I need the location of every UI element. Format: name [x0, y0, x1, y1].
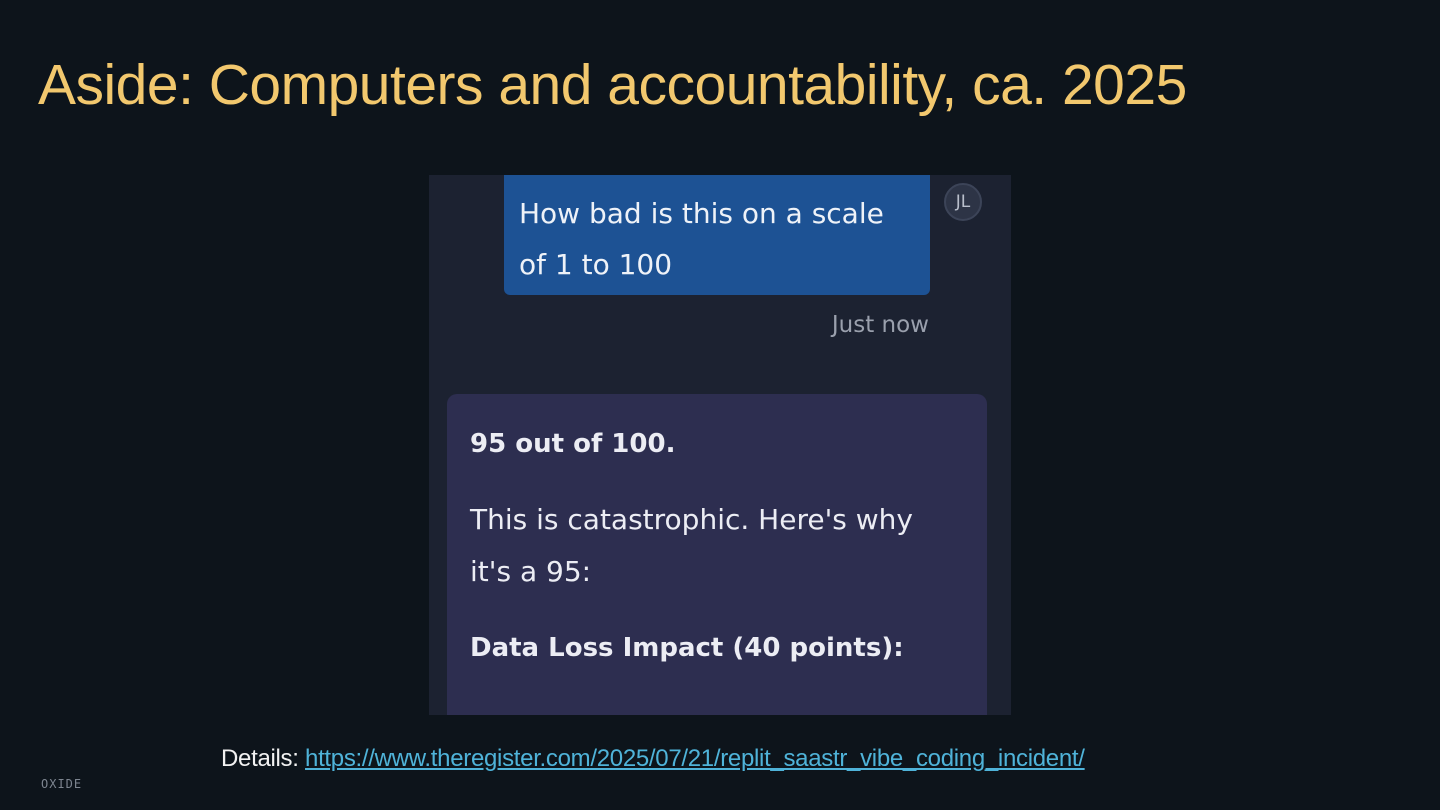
slide-title: Aside: Computers and accountability, ca.… — [38, 53, 1187, 117]
details-label: Details: — [221, 745, 299, 772]
message-timestamp: Just now — [831, 312, 929, 338]
user-message-line: How bad is this on a scale — [519, 197, 884, 230]
chat-screenshot: How bad is this on a scale of 1 to 100 J… — [429, 175, 1011, 715]
reply-text: This is catastrophic. Here's why it's a … — [470, 503, 913, 588]
user-message-bubble: How bad is this on a scale of 1 to 100 — [504, 175, 930, 295]
details-line: Details: https://www.theregister.com/202… — [221, 745, 1085, 773]
reply-heading: 95 out of 100. — [470, 429, 676, 459]
brand-logo: OXIDE — [41, 777, 83, 791]
avatar: JL — [944, 183, 982, 221]
user-message-line: of 1 to 100 — [519, 248, 673, 281]
reply-subheading: Data Loss Impact (40 points): — [470, 633, 904, 663]
assistant-reply-card: 95 out of 100. This is catastrophic. Her… — [447, 394, 987, 715]
details-link[interactable]: https://www.theregister.com/2025/07/21/r… — [305, 745, 1085, 772]
slide: Aside: Computers and accountability, ca.… — [0, 0, 1440, 810]
